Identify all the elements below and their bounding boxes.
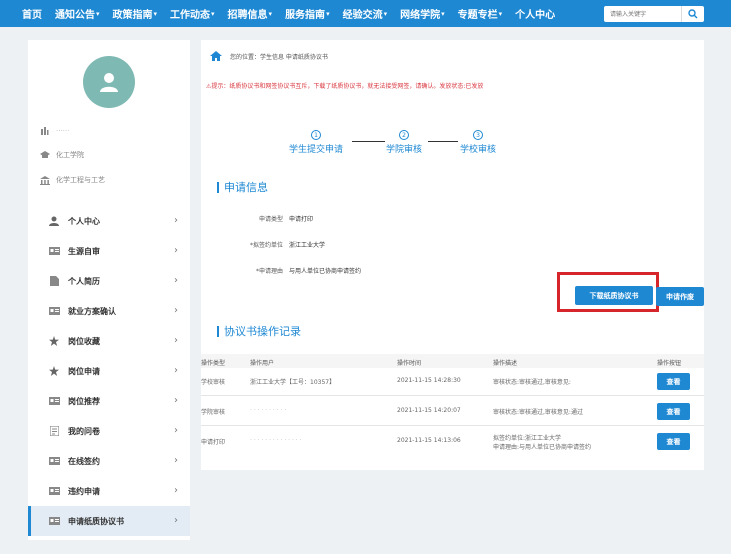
sidebar-item-job-recommend[interactable]: 岗位推荐 › bbox=[28, 386, 190, 416]
search-icon bbox=[688, 9, 698, 19]
sidebar-item-source-review[interactable]: 生源自审 › bbox=[28, 236, 190, 266]
id-card-icon bbox=[48, 517, 60, 525]
apply-info-title: 申请信息 bbox=[217, 179, 268, 195]
id-card-icon bbox=[48, 397, 60, 405]
chevron-down-icon: ▾ bbox=[211, 9, 215, 18]
table-row: 学院审核 · · · · · · · · · · 2021-11-15 14:2… bbox=[201, 398, 704, 426]
chevron-right-icon: › bbox=[174, 395, 178, 406]
user-avatar-icon bbox=[100, 73, 118, 92]
sidebar-item-personal-center[interactable]: 个人中心 › bbox=[28, 206, 190, 236]
view-button[interactable]: 查看 bbox=[657, 373, 690, 390]
nav-academy[interactable]: 网络学院 ▾ bbox=[400, 6, 445, 22]
avatar bbox=[83, 56, 135, 108]
nav-topics[interactable]: 专题专栏 ▾ bbox=[458, 6, 503, 22]
sidebar-item-job-application[interactable]: 岗位申请 › bbox=[28, 356, 190, 386]
step-2: 2 学院审核 bbox=[386, 130, 423, 155]
info-major: 化学工程与工艺 bbox=[40, 175, 105, 185]
chevron-down-icon: ▾ bbox=[153, 9, 158, 18]
form-row-reason: *申请理由 与用人单位已协商申请签约 bbox=[255, 268, 362, 275]
chevron-right-icon: › bbox=[174, 425, 178, 436]
chevron-right-icon: › bbox=[174, 245, 178, 256]
user-icon bbox=[48, 216, 60, 226]
search-box bbox=[604, 6, 704, 22]
download-paper-agreement-button[interactable]: 下载纸质协议书 bbox=[575, 286, 653, 305]
document-icon bbox=[48, 426, 60, 436]
chevron-right-icon: › bbox=[174, 455, 178, 466]
id-card-icon bbox=[48, 307, 60, 315]
table-row: 申请打印 · · · · · · · · · · · · · · 2021-11… bbox=[201, 428, 704, 456]
sidebar-item-questionnaire[interactable]: 我的问卷 › bbox=[28, 416, 190, 446]
notice-text: ⚠提示：纸质协议书和网签协议书互斥，下载了纸质协议书，就无法接受网签，请确认。发… bbox=[206, 83, 484, 90]
search-button[interactable] bbox=[681, 6, 704, 22]
form-row-type: 申请类型 申请打印 bbox=[258, 216, 314, 223]
chevron-down-icon: ▾ bbox=[441, 9, 445, 18]
bank-icon bbox=[40, 175, 50, 185]
sidebar-item-paper-agreement[interactable]: 申请纸质协议书 › bbox=[28, 506, 190, 536]
chevron-down-icon: ▾ bbox=[96, 9, 100, 18]
chevron-right-icon: › bbox=[174, 275, 178, 286]
progress-steps: 1 学生提交申请 2 学院审核 3 学校审核 bbox=[289, 130, 519, 160]
table-row: 学校审核 浙江工业大学【工号：10357】 2021-11-15 14:28:3… bbox=[201, 368, 704, 396]
nav-service[interactable]: 服务指南 ▾ bbox=[285, 6, 330, 22]
chevron-down-icon: ▾ bbox=[383, 9, 388, 18]
chevron-down-icon: ▾ bbox=[326, 9, 330, 18]
sidebar-menu: 个人中心 › 生源自审 › 个人简历 › 就业方案确认 › 岗位收藏 › 岗位申… bbox=[28, 206, 190, 536]
nav-policy[interactable]: 政策指南 ▾ bbox=[113, 6, 158, 22]
nav-personal[interactable]: 个人中心 bbox=[515, 6, 555, 21]
sidebar-item-resume[interactable]: 个人简历 › bbox=[28, 266, 190, 296]
graduation-cap-icon bbox=[40, 151, 50, 159]
info-college: 化工学院 bbox=[40, 150, 84, 160]
sidebar: ······ 化工学院 化学工程与工艺 个人中心 › 生源自审 › 个人简历 ›… bbox=[28, 40, 190, 540]
nav-experience[interactable]: 经验交流 ▾ bbox=[343, 6, 388, 22]
step-connector bbox=[352, 141, 385, 142]
sidebar-item-job-favorites[interactable]: 岗位收藏 › bbox=[28, 326, 190, 356]
search-input[interactable] bbox=[604, 6, 681, 22]
id-card-icon bbox=[48, 457, 60, 465]
nav-notices[interactable]: 通知公告 ▾ bbox=[55, 6, 100, 22]
nav-jobs[interactable]: 招聘信息 ▾ bbox=[228, 6, 273, 22]
operation-log-title: 协议书操作记录 bbox=[217, 323, 301, 339]
star-icon bbox=[48, 366, 60, 376]
chevron-right-icon: › bbox=[174, 515, 178, 526]
chevron-right-icon: › bbox=[174, 365, 178, 376]
nav-work[interactable]: 工作动态 ▾ bbox=[170, 6, 215, 22]
chevron-right-icon: › bbox=[174, 215, 178, 226]
home-icon[interactable] bbox=[210, 51, 222, 61]
main-panel: 您的位置：学生信息 申请纸质协议书 ⚠提示：纸质协议书和网签协议书互斥，下载了纸… bbox=[201, 40, 704, 470]
sidebar-item-employment-plan[interactable]: 就业方案确认 › bbox=[28, 296, 190, 326]
step-1: 1 学生提交申请 bbox=[289, 130, 344, 155]
chevron-right-icon: › bbox=[174, 305, 178, 316]
id-card-icon bbox=[48, 247, 60, 255]
sidebar-item-online-signing[interactable]: 在线签约 › bbox=[28, 446, 190, 476]
id-card-icon bbox=[48, 487, 60, 495]
step-3: 3 学校审核 bbox=[460, 130, 497, 155]
breadcrumb: 您的位置：学生信息 申请纸质协议书 bbox=[210, 51, 328, 61]
star-icon bbox=[48, 336, 60, 346]
chevron-down-icon: ▾ bbox=[268, 9, 273, 18]
sidebar-item-breach-application[interactable]: 违约申请 › bbox=[28, 476, 190, 506]
chevron-right-icon: › bbox=[174, 335, 178, 346]
view-button[interactable]: 查看 bbox=[657, 403, 690, 420]
table-header: 操作类型 操作用户 操作时间 操作描述 操作按钮 bbox=[201, 354, 704, 368]
chevron-down-icon: ▾ bbox=[498, 9, 503, 18]
nav-home[interactable]: 首页 bbox=[22, 6, 42, 21]
step-connector bbox=[428, 141, 458, 142]
view-button[interactable]: 查看 bbox=[657, 433, 690, 450]
chevron-right-icon: › bbox=[174, 485, 178, 496]
void-application-button[interactable]: 申请作废 bbox=[656, 287, 704, 306]
top-nav: 首页 通知公告 ▾ 政策指南 ▾ 工作动态 ▾ 招聘信息 ▾ 服务指南 ▾ 经验交流 ▾ 网… bbox=[0, 0, 731, 27]
building-icon bbox=[40, 126, 50, 135]
info-school: ······ bbox=[40, 126, 69, 135]
form-row-unit: *拟签约单位 浙江工业大学 bbox=[249, 242, 326, 249]
file-icon bbox=[48, 276, 60, 286]
